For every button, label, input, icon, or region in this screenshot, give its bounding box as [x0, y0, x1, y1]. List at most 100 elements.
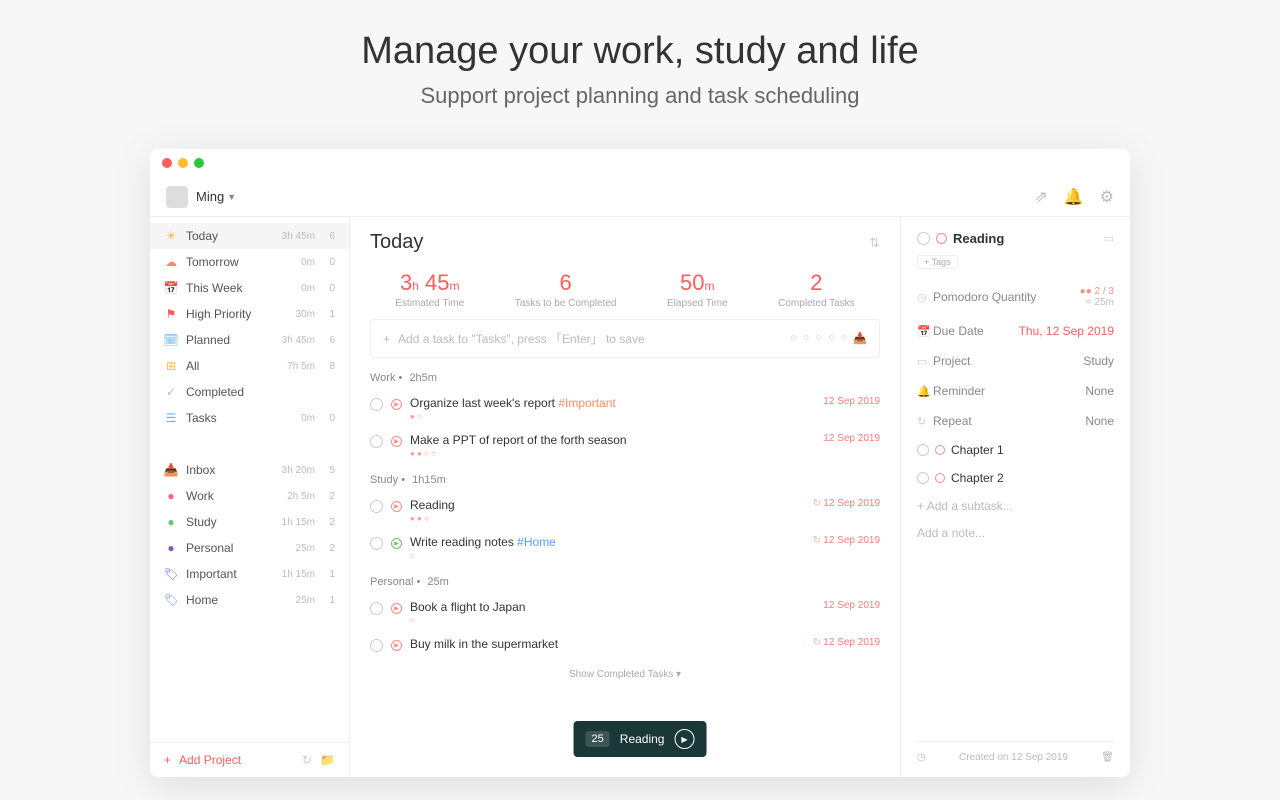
list-icon: 📥: [164, 463, 178, 477]
detail-row-project[interactable]: ▭ Project Study: [917, 346, 1114, 376]
detail-row-due[interactable]: 📅 Due Date Thu, 12 Sep 2019: [917, 316, 1114, 346]
add-note-input[interactable]: Add a note...: [917, 526, 1114, 540]
duration-label: 25m: [296, 543, 315, 554]
subtask-row[interactable]: Chapter 1: [917, 436, 1114, 464]
sidebar-item-label: Important: [186, 567, 274, 581]
pomo-label: Reading: [620, 732, 665, 746]
play-icon[interactable]: ▶: [391, 501, 402, 512]
sidebar-item-label: Work: [186, 489, 279, 503]
priority-icon[interactable]: ○: [790, 332, 797, 345]
sidebar-item-all[interactable]: ⊞All7h 5m8: [150, 353, 349, 379]
sidebar-item-personal[interactable]: ●Personal25m2: [150, 535, 349, 561]
task-row[interactable]: ▶Buy milk in the supermarket↻12 Sep 2019: [370, 631, 880, 659]
sort-icon[interactable]: ⇅: [869, 235, 880, 251]
play-button[interactable]: ▶: [674, 729, 694, 749]
duration-label: 25m: [296, 595, 315, 606]
duration-label: 0m: [301, 257, 315, 268]
play-icon[interactable]: ▶: [391, 436, 402, 447]
duration-label: 30m: [296, 309, 315, 320]
add-tag-button[interactable]: + Tags: [917, 255, 958, 269]
gear-icon[interactable]: ⚙: [1100, 187, 1114, 207]
play-icon[interactable]: ▶: [391, 538, 402, 549]
priority-icon[interactable]: ○: [828, 332, 835, 345]
task-checkbox[interactable]: [370, 602, 383, 615]
sidebar-item-tasks[interactable]: ☰Tasks0m0: [150, 405, 349, 431]
add-subtask-input[interactable]: + Add a subtask...: [917, 492, 1114, 520]
task-checkbox[interactable]: [370, 537, 383, 550]
username[interactable]: Ming: [196, 189, 224, 204]
archive-icon[interactable]: ▭: [1104, 232, 1114, 245]
task-row[interactable]: ▶Write reading notes #Home○↻12 Sep 2019: [370, 529, 880, 566]
inbox-icon[interactable]: 📥: [853, 332, 867, 345]
detail-row-pomo[interactable]: ◷ Pomodoro Quantity ●● 2 / 3= 25m: [917, 278, 1114, 316]
play-icon[interactable]: ▶: [391, 399, 402, 410]
count-label: 0: [327, 257, 335, 268]
task-checkbox[interactable]: [917, 232, 930, 245]
play-icon[interactable]: ▶: [391, 603, 402, 614]
subtask-row[interactable]: Chapter 2: [917, 464, 1114, 492]
stat-label: Tasks to be Completed: [515, 298, 617, 309]
group-duration: 25m: [427, 576, 448, 588]
caret-down-icon[interactable]: ▼: [227, 192, 236, 202]
subtask-checkbox[interactable]: [917, 472, 929, 484]
repeat-icon: ↻: [813, 535, 821, 546]
sidebar-item-home[interactable]: 🏷Home25m1: [150, 587, 349, 613]
task-row[interactable]: ▶Book a flight to Japan○12 Sep 2019: [370, 594, 880, 631]
sidebar-item-inbox[interactable]: 📥Inbox3h 20m5: [150, 457, 349, 483]
sidebar-item-tomorrow[interactable]: ☁Tomorrow0m0: [150, 249, 349, 275]
sidebar-item-completed[interactable]: ✓Completed: [150, 379, 349, 405]
sidebar-item-label: Completed: [186, 385, 307, 399]
play-icon[interactable]: ▶: [391, 640, 402, 651]
subtask-checkbox[interactable]: [917, 444, 929, 456]
task-row[interactable]: ▶Make a PPT of report of the forth seaso…: [370, 427, 880, 464]
add-task-input[interactable]: + Add a task to "Tasks", press 「Enter」 t…: [370, 319, 880, 358]
bell-icon[interactable]: 🔔: [1064, 187, 1084, 207]
task-checkbox[interactable]: [370, 435, 383, 448]
detail-row-reminder[interactable]: 🔔 Reminder None: [917, 376, 1114, 406]
sidebar-item-this-week[interactable]: 📅This Week0m0: [150, 275, 349, 301]
priority-icon[interactable]: ○: [841, 332, 848, 345]
sidebar-item-study[interactable]: ●Study1h 15m2: [150, 509, 349, 535]
task-checkbox[interactable]: [370, 500, 383, 513]
sidebar-item-label: Personal: [186, 541, 288, 555]
detail-title[interactable]: Reading: [953, 231, 1004, 246]
sidebar-item-today[interactable]: ☀Today3h 45m6: [150, 223, 349, 249]
group-header: Work • 2h5m: [370, 372, 880, 384]
detail-row-repeat[interactable]: ↻ Repeat None: [917, 406, 1114, 436]
task-tag[interactable]: #Important: [558, 396, 615, 410]
priority-icon[interactable]: ○: [803, 332, 810, 345]
trash-icon[interactable]: 🗑: [1101, 752, 1114, 763]
avatar[interactable]: [166, 186, 188, 208]
minimize-dot[interactable]: [178, 158, 188, 168]
sidebar-item-important[interactable]: 🏷Important1h 15m1: [150, 561, 349, 587]
play-icon[interactable]: [936, 233, 947, 244]
task-checkbox[interactable]: [370, 398, 383, 411]
task-row[interactable]: ▶Reading● ● ○↻12 Sep 2019: [370, 492, 880, 529]
zoom-dot[interactable]: [194, 158, 204, 168]
pomodoro-bar[interactable]: 25 Reading ▶: [574, 721, 707, 757]
show-completed-toggle[interactable]: Show Completed Tasks ▾: [370, 669, 880, 680]
sync-icon[interactable]: ↻: [302, 753, 312, 767]
sidebar-item-planned[interactable]: 🗓Planned3h 45m6: [150, 327, 349, 353]
add-project-button[interactable]: Add Project: [179, 753, 294, 767]
sidebar-item-high-priority[interactable]: ⚑High Priority30m1: [150, 301, 349, 327]
sidebar-item-label: Study: [186, 515, 274, 529]
subtask-label: Chapter 1: [951, 443, 1004, 457]
hero-title: Manage your work, study and life: [0, 30, 1280, 73]
priority-icon[interactable]: ○: [815, 332, 822, 345]
task-row[interactable]: ▶Organize last week's report #Important●…: [370, 390, 880, 427]
task-tag[interactable]: #Home: [517, 535, 556, 549]
history-icon[interactable]: ◷: [917, 752, 926, 763]
count-label: 1: [327, 309, 335, 320]
folder-icon[interactable]: 📁: [320, 753, 335, 767]
play-icon[interactable]: [935, 445, 945, 455]
sidebar-item-work[interactable]: ●Work2h 5m2: [150, 483, 349, 509]
close-dot[interactable]: [162, 158, 172, 168]
stats-icon[interactable]: ⇗: [1034, 187, 1047, 207]
task-title: Book a flight to Japan: [410, 600, 815, 614]
list-icon: ●: [164, 541, 178, 555]
duration-label: 2h 5m: [287, 491, 315, 502]
play-icon[interactable]: [935, 473, 945, 483]
group-name: Study: [370, 474, 398, 486]
task-checkbox[interactable]: [370, 639, 383, 652]
